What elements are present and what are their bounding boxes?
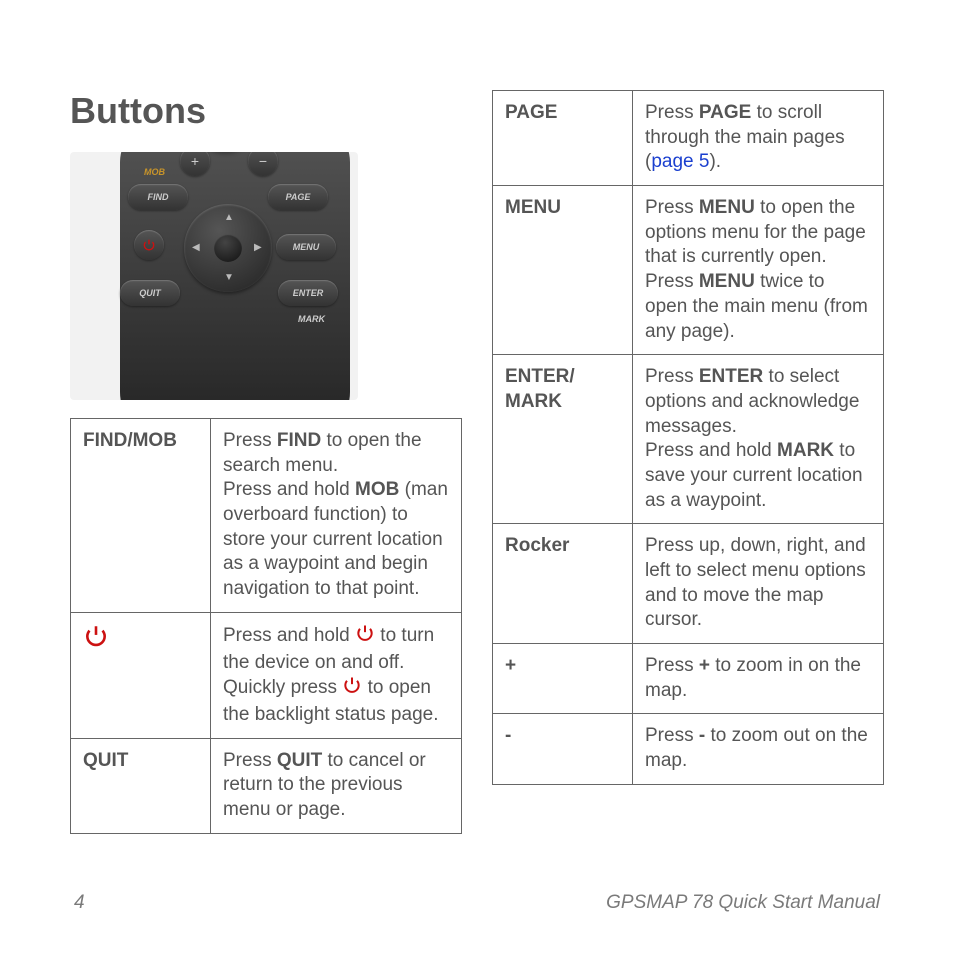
- table-row: +Press + to zoom in on the map.: [493, 644, 884, 714]
- power-button: [134, 230, 164, 260]
- table-row: PAGEPress PAGE to scroll through the mai…: [493, 91, 884, 186]
- page-button: PAGE: [268, 184, 328, 210]
- mark-label: MARK: [298, 314, 325, 324]
- row-description: Press MENU to open the options menu for …: [633, 186, 884, 355]
- menu-button: MENU: [276, 234, 336, 260]
- row-label: +: [493, 644, 633, 714]
- row-label: [71, 612, 211, 738]
- device-illustration: + − MOB FIND PAGE MENU QUIT ENTER MARK ▲…: [70, 152, 358, 400]
- left-column: Buttons + − MOB FIND PAGE MENU QUIT ENTE…: [70, 90, 462, 874]
- right-tbody: PAGEPress PAGE to scroll through the mai…: [493, 91, 884, 785]
- quit-button: QUIT: [120, 280, 180, 306]
- row-label: Rocker: [493, 524, 633, 644]
- minus-button: −: [248, 152, 278, 176]
- table-row: RockerPress up, down, right, and left to…: [493, 524, 884, 644]
- power-icon: [83, 623, 109, 657]
- manual-title: GPSMAP 78 Quick Start Manual: [606, 892, 880, 914]
- right-table: PAGEPress PAGE to scroll through the mai…: [492, 90, 884, 785]
- power-icon: [355, 623, 375, 651]
- row-label: FIND/MOB: [71, 419, 211, 613]
- manual-page: Buttons + − MOB FIND PAGE MENU QUIT ENTE…: [0, 0, 954, 954]
- page-footer: 4 GPSMAP 78 Quick Start Manual: [70, 892, 884, 914]
- row-label: QUIT: [71, 738, 211, 833]
- page-number: 4: [74, 892, 85, 914]
- rocker-dpad: ▲ ▼ ◀ ▶: [184, 204, 272, 292]
- section-heading: Buttons: [70, 90, 462, 132]
- row-description: Press ENTER to select options and acknow…: [633, 355, 884, 524]
- left-tbody: FIND/MOBPress FIND to open the search me…: [71, 419, 462, 834]
- right-column: PAGEPress PAGE to scroll through the mai…: [492, 90, 884, 874]
- mob-label: MOB: [144, 167, 165, 177]
- row-label: -: [493, 714, 633, 784]
- table-row: ENTER/MARKPress ENTER to select options …: [493, 355, 884, 524]
- table-row: QUITPress QUIT to cancel or return to th…: [71, 738, 462, 833]
- table-row: Press and hold to turn the device on and…: [71, 612, 462, 738]
- power-icon: [342, 675, 362, 703]
- find-button: FIND: [128, 184, 188, 210]
- row-description: Press FIND to open the search menu.Press…: [211, 419, 462, 613]
- row-description: Press and hold to turn the device on and…: [211, 612, 462, 738]
- left-table: FIND/MOBPress FIND to open the search me…: [70, 418, 462, 834]
- table-row: FIND/MOBPress FIND to open the search me…: [71, 419, 462, 613]
- table-row: MENUPress MENU to open the options menu …: [493, 186, 884, 355]
- columns: Buttons + − MOB FIND PAGE MENU QUIT ENTE…: [70, 90, 884, 874]
- row-description: Press QUIT to cancel or return to the pr…: [211, 738, 462, 833]
- plus-button: +: [180, 152, 210, 176]
- row-description: Press PAGE to scroll through the main pa…: [633, 91, 884, 186]
- row-description: Press + to zoom in on the map.: [633, 644, 884, 714]
- table-row: -Press - to zoom out on the map.: [493, 714, 884, 784]
- page-link[interactable]: page 5: [651, 151, 709, 172]
- row-description: Press up, down, right, and left to selec…: [633, 524, 884, 644]
- row-description: Press - to zoom out on the map.: [633, 714, 884, 784]
- row-label: ENTER/MARK: [493, 355, 633, 524]
- enter-button: ENTER: [278, 280, 338, 306]
- row-label: MENU: [493, 186, 633, 355]
- row-label: PAGE: [493, 91, 633, 186]
